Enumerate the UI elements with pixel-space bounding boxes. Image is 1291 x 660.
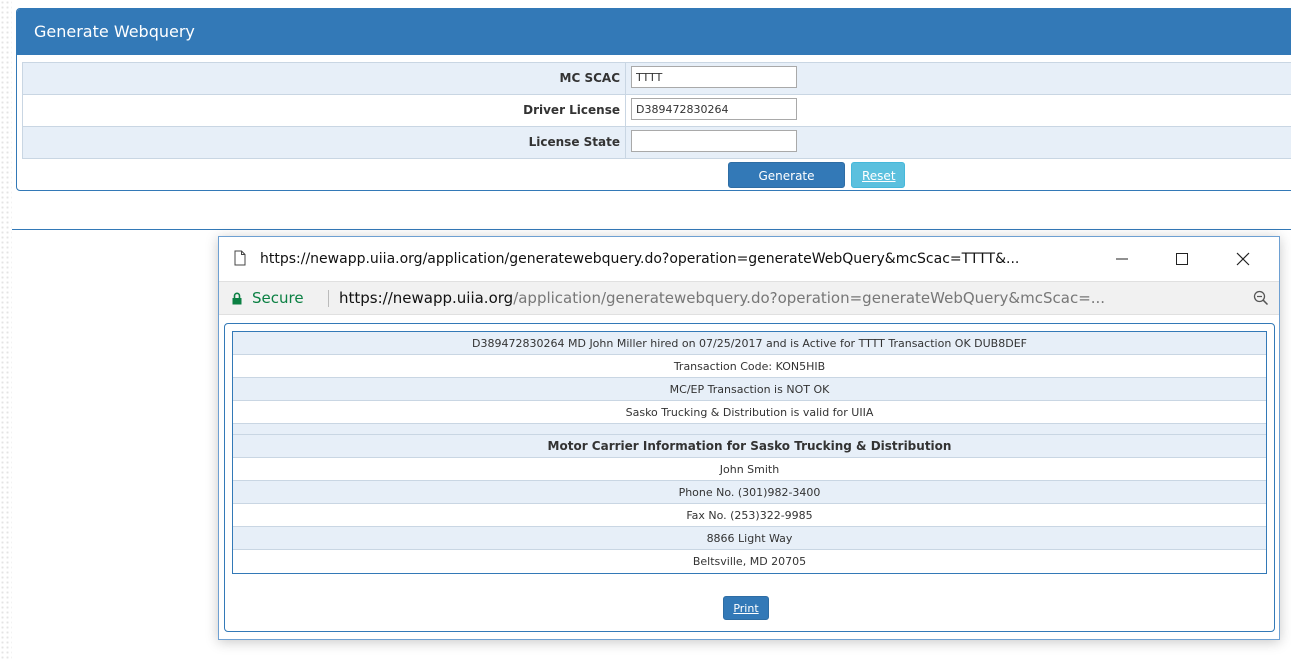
zoom-icon[interactable]: [1253, 290, 1269, 306]
carrier-info-row: Fax No. (253)322-9985: [233, 504, 1266, 527]
form-row-mc-scac: MC SCAC: [23, 63, 1291, 95]
popup-content-frame: D389472830264 MD John Miller hired on 07…: [224, 323, 1275, 632]
carrier-info-row: 8866 Light Way: [233, 527, 1266, 550]
form-row-license-state: License State: [23, 127, 1291, 158]
url-text: https://newapp.uiia.org/application/gene…: [339, 282, 1105, 314]
print-button[interactable]: Print: [723, 596, 769, 620]
carrier-info-row: John Smith: [233, 458, 1266, 481]
document-icon: [234, 250, 246, 266]
page-background-pattern: [0, 0, 12, 660]
reset-button[interactable]: Reset: [851, 162, 905, 188]
result-row: Sasko Trucking & Distribution is valid f…: [233, 401, 1266, 424]
form-row-driver-license: Driver License: [23, 95, 1291, 127]
carrier-info-row: Beltsville, MD 20705: [233, 550, 1266, 573]
popup-title: https://newapp.uiia.org/application/gene…: [260, 251, 1020, 267]
address-bar[interactable]: Secure https://newapp.uiia.org/applicati…: [219, 281, 1279, 315]
print-button-label: Print: [733, 602, 759, 615]
url-host: https://newapp.uiia.org: [339, 289, 514, 307]
result-row: D389472830264 MD John Miller hired on 07…: [233, 332, 1266, 355]
minimize-icon: [1116, 258, 1128, 260]
close-button[interactable]: [1223, 237, 1263, 281]
form-table: MC SCAC Driver License License State: [22, 62, 1291, 159]
mc-scac-input[interactable]: [631, 66, 797, 88]
popup-window: https://newapp.uiia.org/application/gene…: [218, 236, 1280, 640]
generate-query-button[interactable]: Generate Query: [728, 162, 845, 209]
driver-license-input[interactable]: [631, 98, 797, 120]
maximize-button[interactable]: [1162, 237, 1202, 281]
reset-button-label: Reset: [862, 169, 896, 183]
close-icon: [1236, 252, 1250, 266]
popup-titlebar[interactable]: https://newapp.uiia.org/application/gene…: [219, 237, 1279, 281]
url-path: /application/generatewebquery.do?operati…: [513, 289, 1106, 307]
mc-scac-label: MC SCAC: [23, 63, 626, 94]
license-state-input[interactable]: [631, 130, 797, 152]
license-state-label: License State: [23, 127, 626, 158]
driver-license-label: Driver License: [23, 95, 626, 126]
result-table: D389472830264 MD John Miller hired on 07…: [232, 331, 1267, 574]
section-divider: [12, 229, 1291, 230]
address-separator: [328, 290, 329, 307]
spacer-row: [233, 424, 1266, 435]
panel-title: Generate Webquery: [17, 9, 1291, 55]
carrier-heading: Motor Carrier Information for Sasko Truc…: [233, 435, 1266, 458]
lock-icon: [232, 292, 242, 305]
generate-webquery-panel: Generate Webquery MC SCAC Driver License…: [16, 8, 1291, 209]
secure-label: Secure: [252, 289, 304, 307]
carrier-info-row: Phone No. (301)982-3400: [233, 481, 1266, 504]
result-row: Transaction Code: KON5HIB: [233, 355, 1266, 378]
minimize-button[interactable]: [1102, 237, 1142, 281]
maximize-icon: [1176, 253, 1188, 265]
result-row: MC/EP Transaction is NOT OK: [233, 378, 1266, 401]
